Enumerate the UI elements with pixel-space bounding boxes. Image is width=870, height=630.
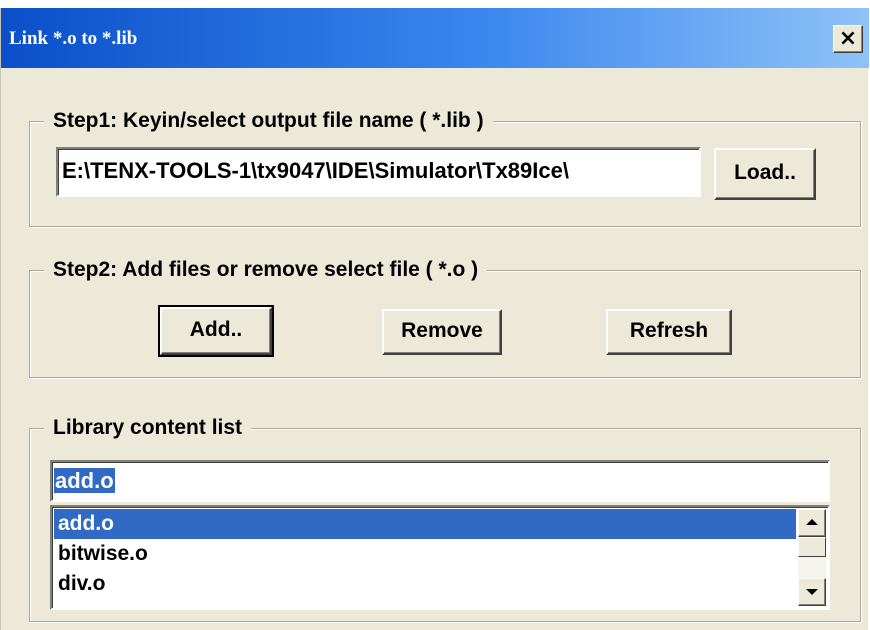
step1-group: Step1: Keyin/select output file name ( *… [29, 108, 861, 227]
list-item-label: add.o [58, 512, 114, 535]
title-bar[interactable]: Link *.o to *.lib × [1, 8, 869, 68]
close-icon: × [838, 26, 858, 51]
close-button[interactable]: × [833, 25, 863, 53]
list-item-label: div.o [58, 572, 106, 595]
step2-group: Step2: Add files or remove select file (… [29, 257, 861, 378]
refresh-button[interactable]: Refresh [606, 309, 732, 355]
remove-button[interactable]: Remove [382, 309, 502, 355]
add-button[interactable]: Add.. [158, 305, 274, 357]
scroll-down-button[interactable] [798, 578, 826, 606]
list-item[interactable]: bitwise.o [54, 539, 796, 569]
library-combo-input[interactable]: add.o [50, 460, 830, 502]
list-item-label: bitwise.o [58, 542, 148, 565]
scroll-down-arrow-icon [806, 589, 818, 595]
library-group: Library content list add.o add.o bitwise… [29, 415, 861, 622]
library-content-list[interactable]: add.o bitwise.o div.o [50, 505, 830, 610]
step1-legend: Step1: Keyin/select output file name ( *… [44, 108, 493, 134]
library-legend: Library content list [44, 415, 252, 441]
output-file-input[interactable]: E:\TENX-TOOLS-1\tx9047\IDE\Simulator\Tx8… [56, 147, 701, 197]
link-lib-dialog: Link *.o to *.lib × Step1: Keyin/select … [0, 8, 869, 630]
refresh-button-label: Refresh [629, 319, 709, 342]
load-button-label: Load.. [734, 161, 796, 184]
remove-button-label: Remove [401, 319, 483, 342]
step2-legend: Step2: Add files or remove select file (… [44, 257, 488, 283]
add-button-label: Add.. [189, 318, 243, 341]
scroll-thumb[interactable] [798, 537, 826, 557]
library-combo-value: add.o [54, 468, 115, 493]
list-item[interactable]: div.o [54, 569, 796, 599]
window-title: Link *.o to *.lib [9, 28, 138, 49]
scroll-up-button[interactable] [798, 509, 826, 537]
load-button[interactable]: Load.. [714, 148, 816, 200]
output-file-value: E:\TENX-TOOLS-1\tx9047\IDE\Simulator\Tx8… [62, 158, 569, 183]
list-scrollbar[interactable] [798, 509, 826, 606]
scroll-up-arrow-icon [806, 519, 818, 525]
list-item[interactable]: add.o [54, 509, 796, 539]
